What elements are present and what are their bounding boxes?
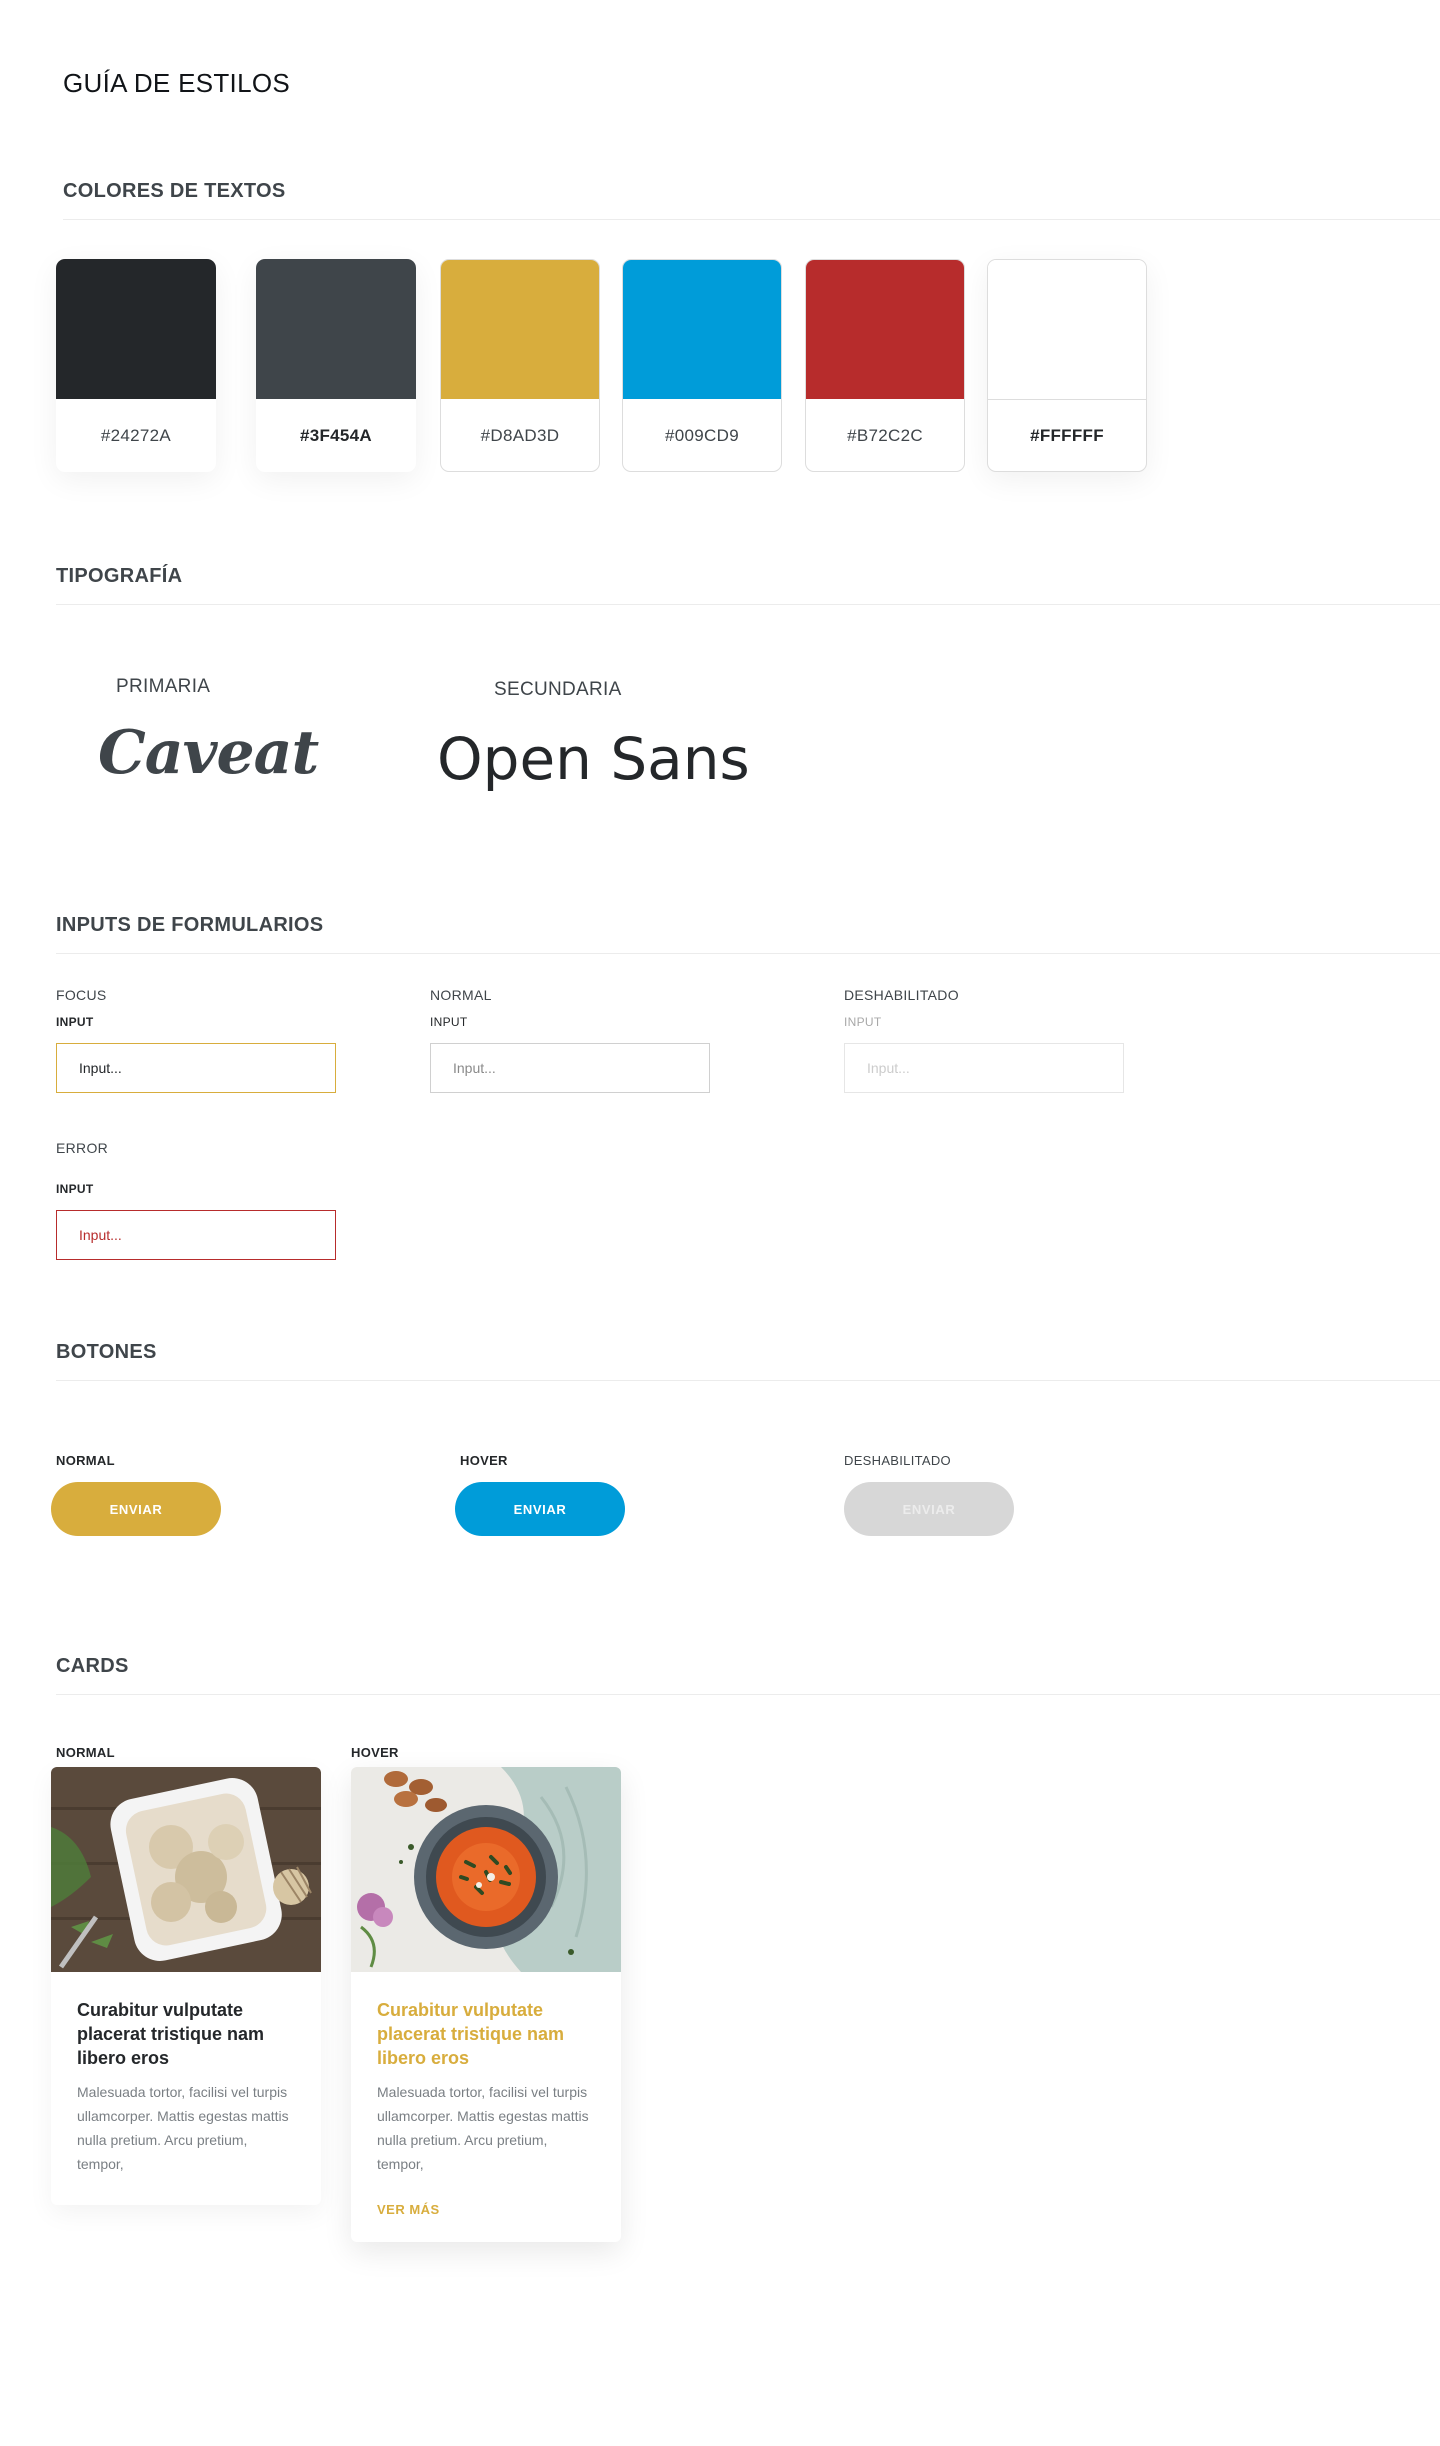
card-hover-state-label: HOVER (351, 1745, 399, 1760)
input-focus-field[interactable] (56, 1043, 336, 1093)
button-disabled-state-label: DESHABILITADO (844, 1453, 951, 1468)
buttons-section-title: BOTONES (56, 1341, 157, 1363)
button-normal-state-label: NORMAL (56, 1453, 115, 1468)
swatch-color (441, 260, 599, 399)
cards-divider (56, 1694, 1440, 1695)
swatch-color (988, 260, 1146, 399)
colors-section-title: COLORES DE TEXTOS (63, 180, 286, 202)
swatch-hex-label: #FFFFFF (1030, 426, 1104, 445)
send-button-normal[interactable]: ENVIAR (51, 1482, 221, 1536)
swatch-hex-label: #009CD9 (665, 425, 739, 445)
swatch-color (56, 259, 216, 399)
swatch-color (256, 259, 416, 399)
input-normal-state-label: NORMAL (430, 987, 492, 1003)
swatch-3f454a: #3F454A (256, 259, 416, 472)
typography-divider (56, 604, 1440, 605)
swatch-hex-label: #3F454A (299, 425, 373, 445)
swatch-ffffff: #FFFFFF (987, 259, 1147, 472)
swatch-b72c2c: #B72C2C (805, 259, 965, 472)
cards-section-title: CARDS (56, 1655, 129, 1677)
card-normal-title: Curabitur vulputate placerat tristique n… (77, 2000, 265, 2068)
input-error-state-label: ERROR (56, 1140, 109, 1156)
secondary-font-sample: Open Sans (437, 725, 750, 793)
see-more-link[interactable]: VER MÁS (377, 2202, 595, 2217)
card-hover-text: Malesuada tortor, facilisi vel turpis ul… (377, 2084, 589, 2172)
card-hover-title: Curabitur vulputate placerat tristique n… (377, 2000, 565, 2068)
card-normal[interactable]: Curabitur vulputate placerat tristique n… (51, 1767, 321, 2205)
card-hover[interactable]: Curabitur vulputate placerat tristique n… (351, 1767, 621, 2242)
card-image-soup (351, 1767, 621, 1972)
swatch-color (806, 260, 964, 399)
input-error-field[interactable] (56, 1210, 336, 1260)
inputs-section-title: INPUTS DE FORMULARIOS (56, 914, 324, 936)
page-title: GUÍA DE ESTILOS (63, 68, 291, 98)
card-normal-text: Malesuada tortor, facilisi vel turpis ul… (77, 2084, 289, 2172)
input-normal-label: INPUT (430, 1015, 468, 1029)
input-focus-state-label: FOCUS (56, 987, 107, 1003)
input-focus-label: INPUT (56, 1015, 94, 1029)
input-disabled-label: INPUT (844, 1015, 882, 1029)
primary-font-sample: Caveat (98, 718, 319, 788)
swatch-color (623, 260, 781, 399)
swatch-hex-label: #B72C2C (847, 425, 923, 445)
buttons-divider (56, 1380, 1440, 1381)
inputs-divider (56, 953, 1440, 954)
colors-divider (63, 219, 1440, 220)
input-disabled-field (844, 1043, 1124, 1093)
send-button-hover[interactable]: ENVIAR (455, 1482, 625, 1536)
secondary-font-label: SECUNDARIA (494, 679, 622, 700)
input-error-label: INPUT (56, 1182, 94, 1196)
swatch-009cd9: #009CD9 (622, 259, 782, 472)
input-normal-field[interactable] (430, 1043, 710, 1093)
swatch-hex-label: #D8AD3D (480, 425, 560, 445)
swatch-hex-label: #24272A (100, 425, 172, 445)
swatch-d8ad3d: #D8AD3D (440, 259, 600, 472)
swatch-24272a: #24272A (56, 259, 216, 472)
input-disabled-state-label: DESHABILITADO (844, 987, 959, 1003)
send-button-disabled: ENVIAR (844, 1482, 1014, 1536)
card-image-pasta (51, 1767, 321, 1972)
primary-font-label: PRIMARIA (116, 676, 211, 697)
card-normal-state-label: NORMAL (56, 1745, 115, 1760)
typography-section-title: TIPOGRAFÍA (56, 565, 183, 587)
button-hover-state-label: HOVER (460, 1453, 508, 1468)
